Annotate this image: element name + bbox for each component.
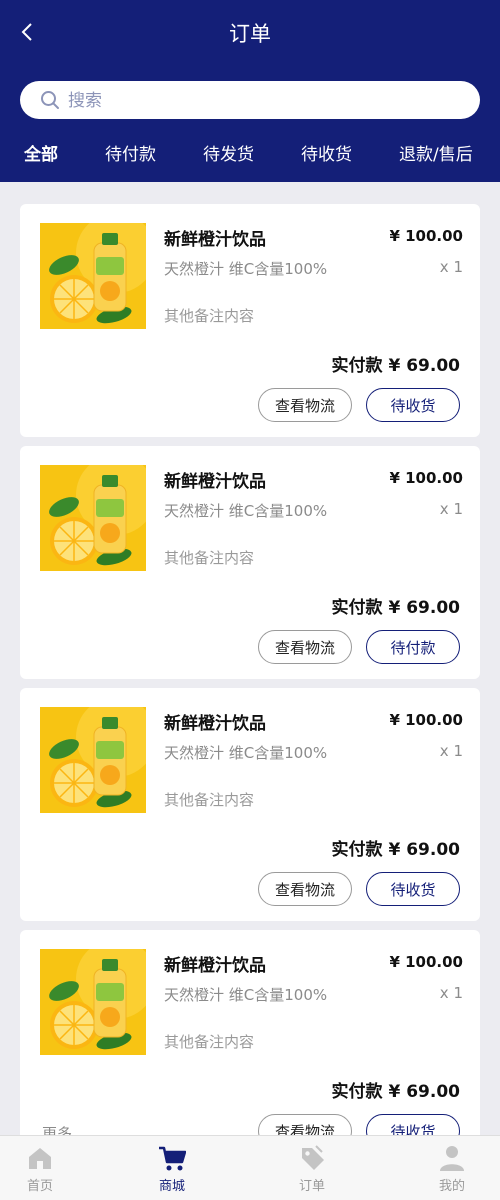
- home-icon: [29, 1148, 51, 1169]
- order-card[interactable]: 新鲜橙汁饮品 ¥ 100.00 天然橙汁 维C含量100% x 1 其他备注内容…: [20, 446, 480, 679]
- tab-all[interactable]: 全部: [24, 140, 58, 165]
- tabbar-item-orders[interactable]: 订单: [262, 1136, 362, 1200]
- order-card[interactable]: 新鲜橙汁饮品 ¥ 100.00 天然橙汁 维C含量100% x 1 其他备注内容…: [20, 930, 480, 1135]
- order-status-button[interactable]: 待付款: [366, 630, 460, 664]
- tag-icon: [302, 1145, 324, 1170]
- product-price: ¥ 100.00: [389, 469, 463, 487]
- tabbar-item-mine[interactable]: 我的: [402, 1136, 500, 1200]
- tabbar-label: 首页: [26, 1179, 53, 1194]
- view-logistics-button[interactable]: 查看物流: [258, 1114, 352, 1135]
- user-icon: [440, 1146, 464, 1171]
- view-logistics-button[interactable]: 查看物流: [258, 872, 352, 906]
- product-spec: 天然橙汁 维C含量100%: [164, 986, 328, 1004]
- search-bar[interactable]: [20, 81, 480, 121]
- order-note: 其他备注内容: [164, 1033, 255, 1051]
- bottom-tab-bar: 首页 商城 订单 我的: [0, 1135, 500, 1200]
- tabbar-item-home[interactable]: 首页: [0, 1136, 90, 1200]
- product-image: [40, 949, 146, 1055]
- product-quantity: x 1: [439, 500, 463, 518]
- order-card[interactable]: 新鲜橙汁饮品 ¥ 100.00 天然橙汁 维C含量100% x 1 其他备注内容…: [20, 688, 480, 921]
- search-icon: [41, 91, 59, 109]
- product-image: [40, 223, 146, 329]
- tab-refund-aftersale[interactable]: 退款/售后: [399, 140, 473, 165]
- paid-amount: 实付款 ¥ 69.00: [331, 1082, 460, 1102]
- product-price: ¥ 100.00: [389, 953, 463, 971]
- order-note: 其他备注内容: [164, 549, 255, 567]
- view-logistics-button[interactable]: 查看物流: [258, 630, 352, 664]
- product-name: 新鲜橙汁饮品: [164, 230, 266, 250]
- order-status-button[interactable]: 待收货: [366, 1114, 460, 1135]
- more-link[interactable]: 更多: [42, 1123, 72, 1135]
- product-name: 新鲜橙汁饮品: [164, 472, 266, 492]
- product-quantity: x 1: [439, 984, 463, 1002]
- paid-amount: 实付款 ¥ 69.00: [331, 356, 460, 376]
- order-status-button[interactable]: 待收货: [366, 388, 460, 422]
- product-quantity: x 1: [439, 258, 463, 276]
- product-name: 新鲜橙汁饮品: [164, 956, 266, 976]
- view-logistics-button[interactable]: 查看物流: [258, 388, 352, 422]
- paid-amount: 实付款 ¥ 69.00: [331, 840, 460, 860]
- product-image: [40, 707, 146, 813]
- tab-pending-receipt[interactable]: 待收货: [301, 140, 352, 165]
- product-image: [40, 465, 146, 571]
- order-tabs: 全部 待付款 待发货 待收货 退款/售后: [0, 140, 500, 168]
- header: 订单 全部 待付款 待发货 待收货 退款/售后: [0, 0, 500, 182]
- product-quantity: x 1: [439, 742, 463, 760]
- product-price: ¥ 100.00: [389, 711, 463, 729]
- cart-icon: [159, 1146, 186, 1171]
- tabbar-label: 订单: [298, 1179, 325, 1194]
- search-input[interactable]: [66, 81, 450, 121]
- tab-pending-shipment[interactable]: 待发货: [203, 140, 254, 165]
- paid-amount: 实付款 ¥ 69.00: [331, 598, 460, 618]
- tabbar-item-mall[interactable]: 商城: [122, 1136, 222, 1200]
- product-name: 新鲜橙汁饮品: [164, 714, 266, 734]
- product-spec: 天然橙汁 维C含量100%: [164, 744, 328, 762]
- order-note: 其他备注内容: [164, 791, 255, 809]
- product-spec: 天然橙汁 维C含量100%: [164, 260, 328, 278]
- order-status-button[interactable]: 待收货: [366, 872, 460, 906]
- order-card[interactable]: 新鲜橙汁饮品 ¥ 100.00 天然橙汁 维C含量100% x 1 其他备注内容…: [20, 204, 480, 437]
- tab-pending-payment[interactable]: 待付款: [105, 140, 156, 165]
- page-title: 订单: [229, 22, 271, 46]
- product-price: ¥ 100.00: [389, 227, 463, 245]
- tabbar-label: 商城: [158, 1179, 185, 1194]
- tabbar-label: 我的: [438, 1179, 465, 1194]
- product-spec: 天然橙汁 维C含量100%: [164, 502, 328, 520]
- order-note: 其他备注内容: [164, 307, 255, 325]
